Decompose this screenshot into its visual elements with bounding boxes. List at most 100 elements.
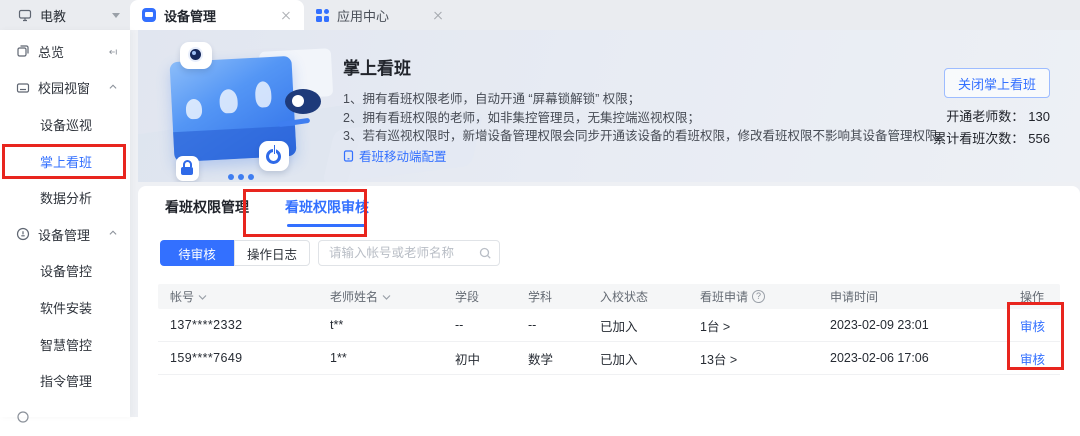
sidebar-item-label: 设备巡视 bbox=[40, 115, 92, 134]
tab-device-management[interactable]: 设备管理 bbox=[130, 0, 304, 30]
cell-device-request[interactable]: 1台 > bbox=[688, 316, 818, 335]
sidebar-item-label: 软件安装 bbox=[40, 298, 92, 317]
sidebar: 总览 校园视窗 设备巡视 掌上看班 bbox=[0, 30, 130, 417]
cell-stage: 初中 bbox=[443, 349, 516, 368]
column-header-action: 操作 bbox=[1008, 288, 1060, 305]
app-grid-icon bbox=[316, 9, 329, 22]
page-title: 掌上看班 bbox=[343, 54, 950, 79]
review-link[interactable]: 审核 bbox=[1008, 316, 1060, 335]
mobile-config-label: 看班移动端配置 bbox=[359, 146, 447, 165]
sidebar-item-device-control[interactable]: 设备管控 bbox=[0, 253, 130, 290]
search-input[interactable] bbox=[318, 240, 500, 266]
tab-permission-review[interactable]: 看班权限审核 bbox=[285, 197, 369, 217]
device-tab-icon bbox=[142, 8, 156, 22]
sidebar-group-label: 校园视窗 bbox=[38, 78, 90, 97]
column-header-subject: 学科 bbox=[516, 288, 588, 305]
column-header-teacher[interactable]: 老师姓名 bbox=[318, 288, 443, 305]
lock-icon bbox=[176, 156, 199, 181]
sidebar-item-device-patrol[interactable]: 设备巡视 bbox=[0, 106, 130, 143]
filter-row: 待审核 操作日志 bbox=[160, 240, 1080, 266]
workspace-switcher[interactable]: 电教 bbox=[0, 0, 130, 30]
sidebar-item-command-management[interactable]: 指令管理 bbox=[0, 362, 130, 399]
chevron-down-icon bbox=[112, 13, 120, 18]
eye-icon bbox=[285, 89, 321, 114]
sidebar-item-software-install[interactable]: 软件安装 bbox=[0, 289, 130, 326]
column-header-time: 申请时间 bbox=[818, 288, 1008, 305]
close-icon[interactable] bbox=[432, 9, 444, 21]
table-header: 帐号 老师姓名 学段 学科 入校状态 看班申请 ? 申请时间 操作 bbox=[158, 284, 1060, 309]
tab-app-center[interactable]: 应用中心 bbox=[304, 0, 456, 30]
sidebar-item-label: 智慧管控 bbox=[40, 335, 92, 354]
workspace-label: 电教 bbox=[40, 6, 66, 25]
column-header-stage: 学段 bbox=[443, 288, 516, 305]
generic-icon bbox=[16, 410, 30, 424]
banner-text: 掌上看班 1、拥有看班权限老师，自动开通 “屏幕锁解锁” 权限； 2、拥有看班权… bbox=[343, 54, 950, 146]
stat-watch-count-label: 累计看班次数： bbox=[933, 131, 1024, 146]
main-area: 掌上看班 1、拥有看班权限老师，自动开通 “屏幕锁解锁” 权限； 2、拥有看班权… bbox=[130, 30, 1080, 417]
stat-teachers-value: 130 bbox=[1028, 109, 1050, 124]
stat-watch-count-value: 556 bbox=[1028, 131, 1050, 146]
sidebar-item-label: 设备管控 bbox=[40, 261, 92, 280]
close-icon[interactable] bbox=[280, 9, 292, 21]
sidebar-item-label: 数据分析 bbox=[40, 188, 92, 207]
sidebar-group-campus-window[interactable]: 校园视窗 bbox=[0, 70, 130, 107]
collapse-sidebar-icon[interactable] bbox=[109, 47, 117, 55]
column-header-account[interactable]: 帐号 bbox=[158, 288, 318, 305]
chevron-up-icon bbox=[109, 84, 117, 92]
tab-permission-management[interactable]: 看班权限管理 bbox=[165, 197, 249, 217]
review-table: 帐号 老师姓名 学段 学科 入校状态 看班申请 ? 申请时间 操作 bbox=[158, 284, 1060, 375]
monitor-icon bbox=[18, 8, 32, 22]
sidebar-item-label: 掌上看班 bbox=[40, 152, 92, 171]
tab-label: 应用中心 bbox=[337, 6, 389, 25]
cell-apply-time: 2023-02-09 23:01 bbox=[818, 318, 1008, 332]
sidebar-item-overview[interactable]: 总览 bbox=[0, 33, 130, 70]
sort-caret-icon[interactable] bbox=[198, 294, 207, 300]
question-circle-icon[interactable]: ? bbox=[752, 290, 765, 303]
column-header-request: 看班申请 ? bbox=[688, 288, 818, 305]
cell-teacher: 1** bbox=[318, 351, 443, 365]
banner-description-line: 2、拥有看班权限的老师，如非集控管理员，无集控端巡视权限； bbox=[343, 109, 950, 128]
dots-decoration bbox=[228, 174, 254, 180]
mobile-config-link[interactable]: 看班移动端配置 bbox=[343, 146, 447, 165]
sidebar-item-partial[interactable] bbox=[0, 399, 130, 436]
tab-label: 设备管理 bbox=[164, 6, 216, 25]
cell-status: 已加入 bbox=[588, 349, 688, 368]
sidebar-group-device-management[interactable]: 设备管理 bbox=[0, 216, 130, 253]
cell-status: 已加入 bbox=[588, 316, 688, 335]
sidebar-item-label: 总览 bbox=[38, 42, 64, 61]
table-row: 159****7649 1** 初中 数学 已加入 13台 > 2023-02-… bbox=[158, 342, 1060, 375]
banner-description-line: 3、若有巡视权限时，新增设备管理权限会同步开通该设备的看班权限，修改看班权限不影… bbox=[343, 127, 950, 146]
camera-icon bbox=[180, 42, 212, 69]
power-icon bbox=[259, 141, 289, 171]
close-palm-watch-button[interactable]: 关闭掌上看班 bbox=[944, 68, 1050, 98]
cell-subject: 数学 bbox=[516, 349, 588, 368]
feature-banner: 掌上看班 1、拥有看班权限老师，自动开通 “屏幕锁解锁” 权限； 2、拥有看班权… bbox=[138, 30, 1080, 182]
chevron-up-icon bbox=[109, 230, 117, 238]
cell-device-request[interactable]: 13台 > bbox=[688, 349, 818, 368]
campus-window-icon bbox=[16, 81, 30, 95]
overview-icon bbox=[16, 44, 30, 58]
pending-review-button[interactable]: 待审核 bbox=[160, 240, 234, 266]
sidebar-item-smart-control[interactable]: 智慧管控 bbox=[0, 326, 130, 363]
banner-description-line: 1、拥有看班权限老师，自动开通 “屏幕锁解锁” 权限； bbox=[343, 90, 950, 109]
cell-account: 137****2332 bbox=[158, 318, 318, 332]
sidebar-item-data-analysis[interactable]: 数据分析 bbox=[0, 179, 130, 216]
cell-apply-time: 2023-02-06 17:06 bbox=[818, 351, 1008, 365]
cell-stage: -- bbox=[443, 318, 516, 332]
top-bar: 电教 设备管理 应用中心 bbox=[0, 0, 1080, 30]
column-header-status: 入校状态 bbox=[588, 288, 688, 305]
stat-teachers-label: 开通老师数： bbox=[946, 109, 1024, 124]
stats-block: 开通老师数： 130 累计看班次数： 556 bbox=[933, 106, 1050, 150]
sort-caret-icon[interactable] bbox=[382, 294, 391, 300]
content-card: 看班权限管理 看班权限审核 待审核 操作日志 帐号 老师姓名 bbox=[138, 186, 1080, 417]
search-icon[interactable] bbox=[479, 247, 492, 260]
review-link[interactable]: 审核 bbox=[1008, 349, 1060, 368]
operation-log-button[interactable]: 操作日志 bbox=[234, 240, 310, 266]
sidebar-item-label: 指令管理 bbox=[40, 371, 92, 390]
sidebar-group-label: 设备管理 bbox=[38, 225, 90, 244]
device-management-icon bbox=[16, 227, 30, 241]
sidebar-item-palm-watch[interactable]: 掌上看班 bbox=[0, 143, 130, 180]
cell-teacher: t** bbox=[318, 318, 443, 332]
search-box bbox=[318, 240, 500, 266]
cell-subject: -- bbox=[516, 318, 588, 332]
